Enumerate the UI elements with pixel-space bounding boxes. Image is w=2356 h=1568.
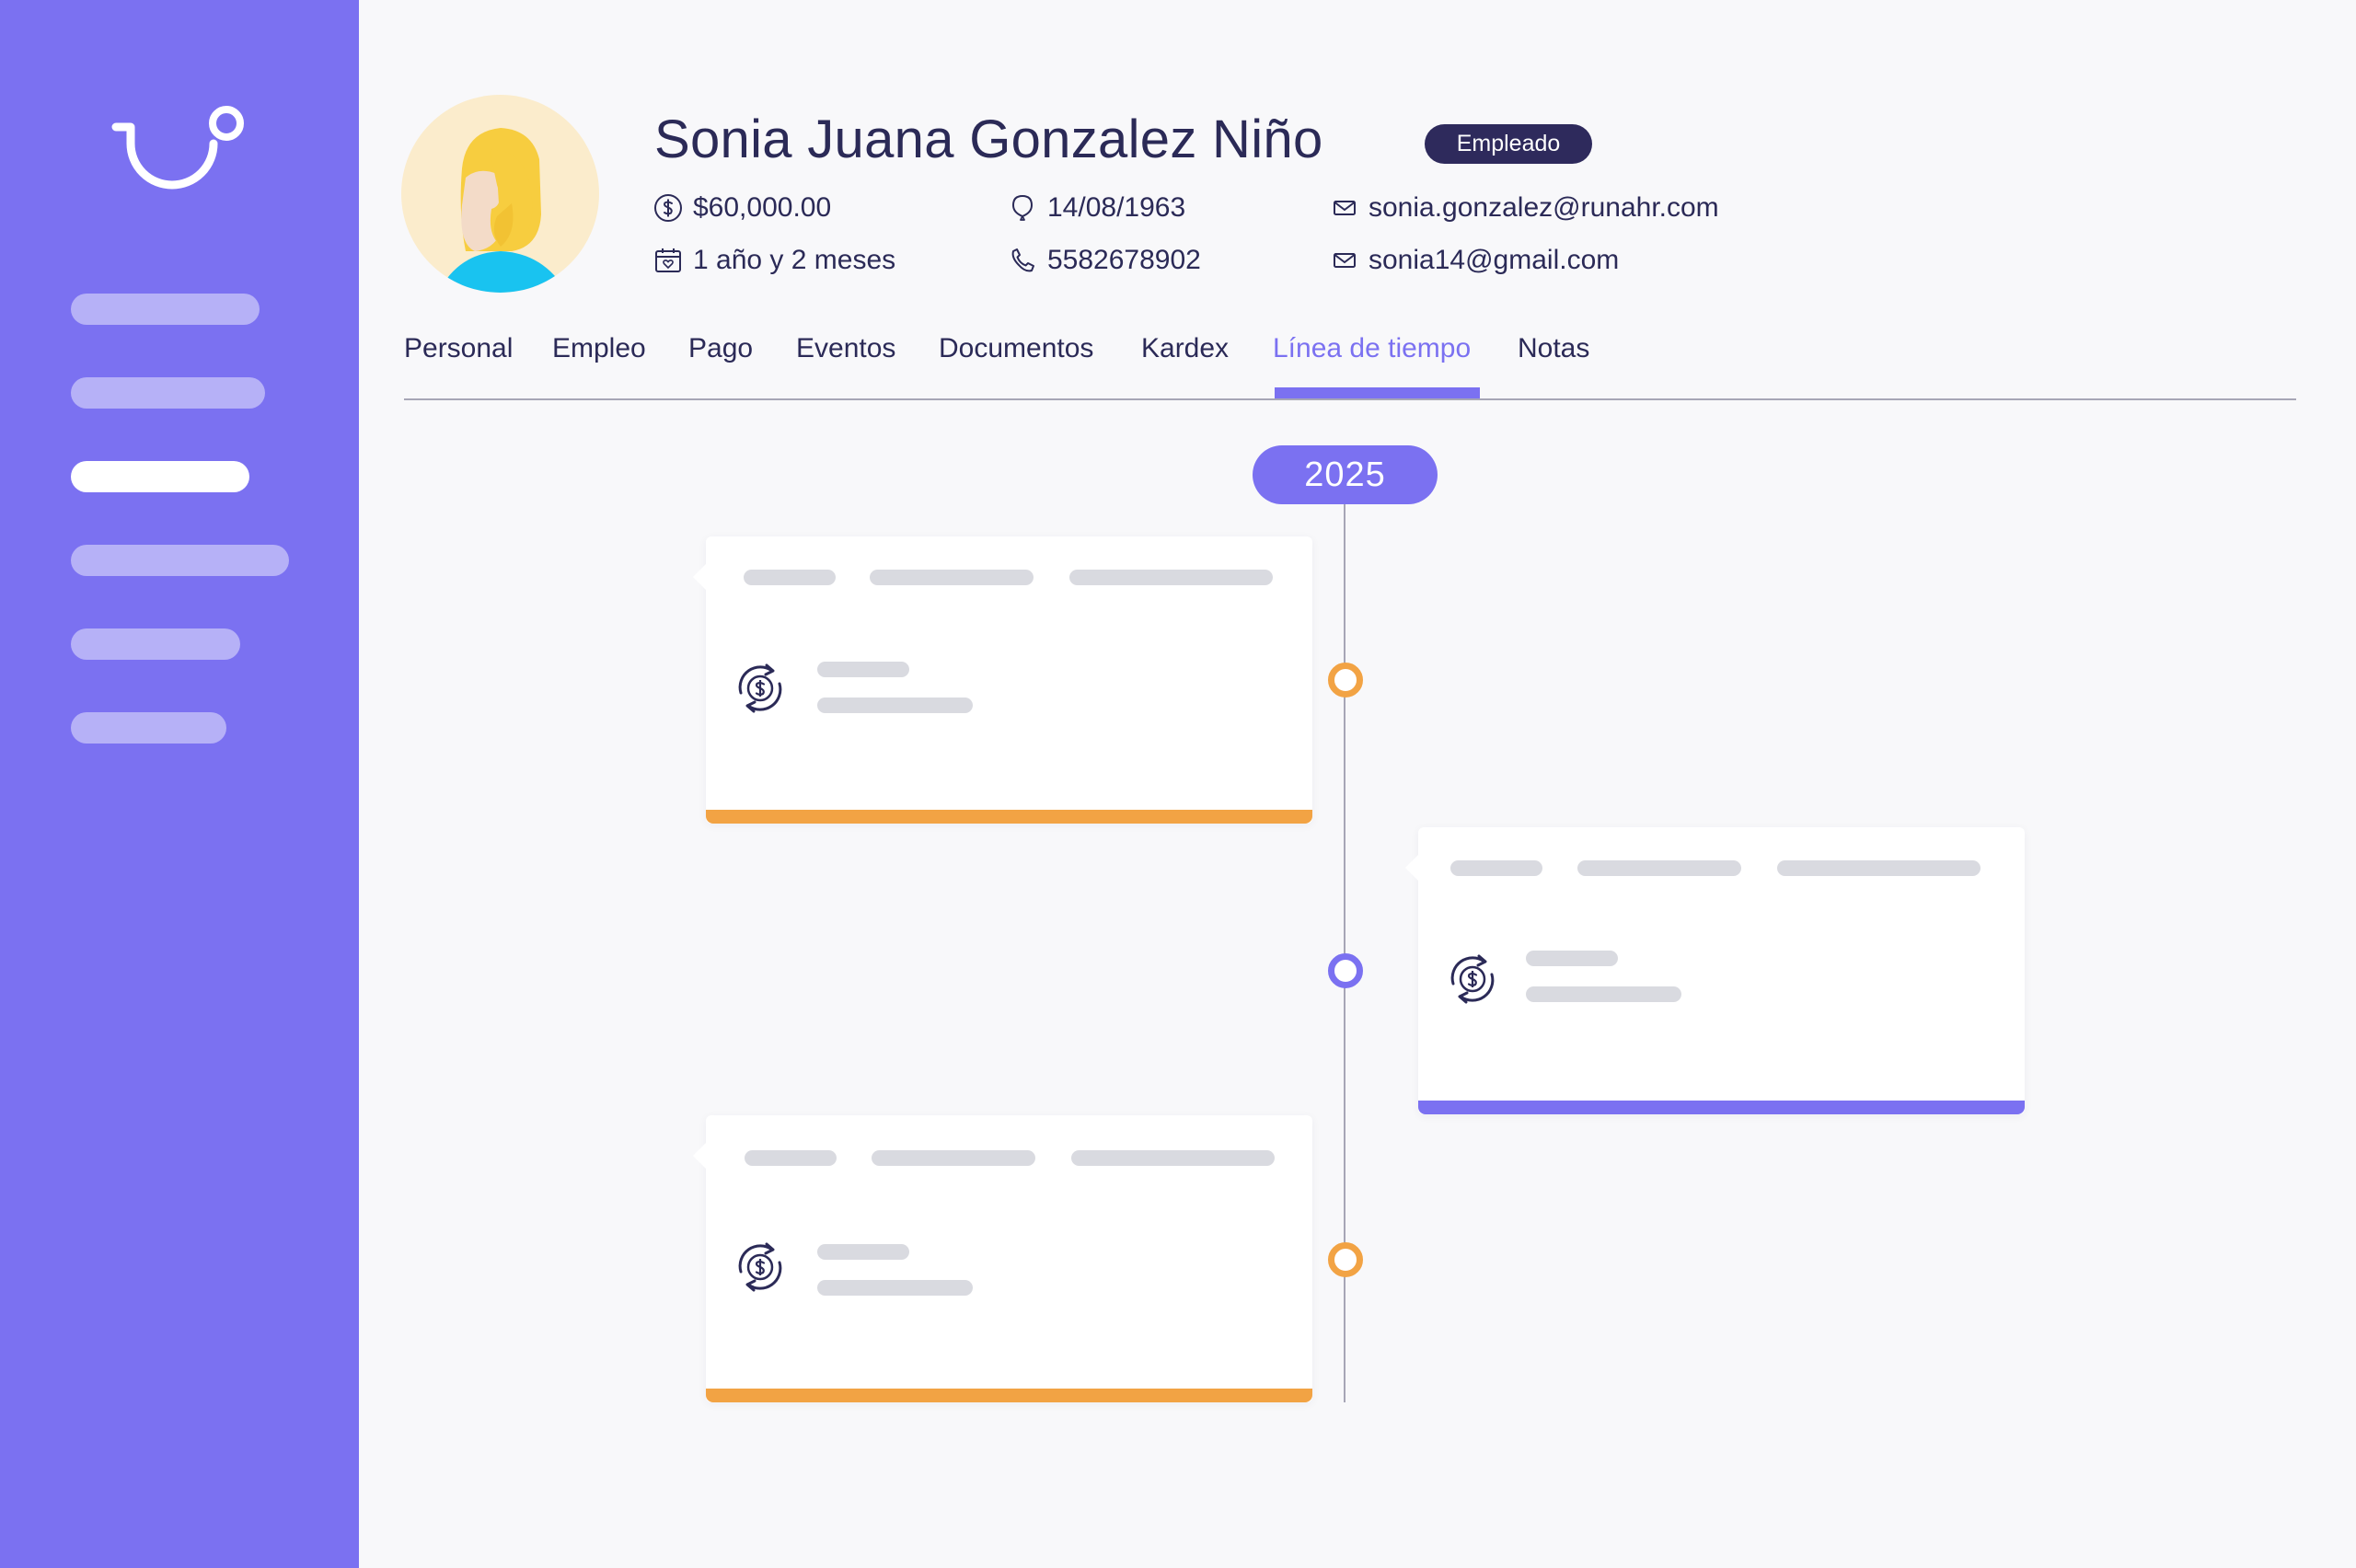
timeline-event-card[interactable] (693, 1115, 1312, 1402)
employee-name: Sonia Juana Gonzalez Niño (654, 110, 1323, 169)
balloon-icon (1011, 194, 1034, 221)
tenure-value: 1 año y 2 meses (693, 245, 896, 275)
salary-change-icon (738, 1242, 782, 1292)
phone-icon (1011, 248, 1034, 272)
placeholder-line (745, 1150, 837, 1166)
placeholder-line (1450, 860, 1542, 876)
tab-linea-de-tiempo[interactable]: Línea de tiempo (1273, 333, 1471, 364)
tab-documentos[interactable]: Documentos (939, 333, 1093, 364)
placeholder-line (1071, 1150, 1275, 1166)
placeholder-line (817, 698, 973, 713)
placeholder-line (817, 662, 909, 677)
placeholder-line (1777, 860, 1981, 876)
placeholder-line (1526, 951, 1618, 966)
birthdate-value: 14/08/1963 (1047, 192, 1186, 223)
mail-icon (1334, 201, 1356, 215)
placeholder-line (870, 570, 1034, 585)
personal-email-value[interactable]: sonia14@gmail.com (1369, 245, 1619, 276)
work-email-info: sonia.gonzalez@runahr.com (1332, 190, 1719, 226)
runa-logo-icon[interactable] (110, 103, 248, 195)
salary-change-icon (1450, 954, 1495, 1004)
timeline-event-card[interactable] (1405, 827, 2025, 1114)
sidebar-item-2[interactable] (71, 377, 265, 409)
placeholder-line (1069, 570, 1273, 585)
timeline-year: 2025 (1253, 445, 1438, 504)
work-email-value[interactable]: sonia.gonzalez@runahr.com (1369, 192, 1719, 224)
tab-kardex[interactable]: Kardex (1141, 333, 1229, 364)
sidebar (0, 0, 359, 1568)
active-tab-indicator (1275, 387, 1480, 398)
dollar-icon (654, 194, 682, 222)
personal-email-info: sonia14@gmail.com (1332, 242, 1619, 279)
tab-pago[interactable]: Pago (688, 333, 753, 364)
tab-empleo[interactable]: Empleo (552, 333, 646, 364)
timeline-dot (1328, 953, 1363, 988)
timeline-dot (1328, 1242, 1363, 1277)
placeholder-line (1526, 986, 1681, 1002)
tab-notas[interactable]: Notas (1518, 333, 1589, 364)
salary-value: $60,000.00 (693, 192, 832, 223)
card-status-bar (706, 1389, 1312, 1402)
avatar (401, 95, 599, 293)
salary-change-icon (738, 663, 782, 713)
tab-eventos[interactable]: Eventos (796, 333, 895, 364)
tenure-info: 1 año y 2 meses (653, 242, 895, 279)
timeline-event-card[interactable] (693, 536, 1312, 824)
placeholder-line (817, 1280, 973, 1296)
phone-value: 5582678902 (1047, 245, 1201, 275)
placeholder-line (744, 570, 836, 585)
tab-personal[interactable]: Personal (404, 333, 513, 364)
placeholder-line (1577, 860, 1741, 876)
sidebar-item-6[interactable] (71, 712, 226, 744)
status-badge: Empleado (1425, 124, 1592, 164)
card-status-bar (1418, 1101, 2025, 1114)
sidebar-item-3[interactable] (71, 461, 249, 492)
birthdate-info: 14/08/1963 (1007, 190, 1185, 226)
placeholder-line (872, 1150, 1035, 1166)
placeholder-line (817, 1244, 909, 1260)
sidebar-item-1[interactable] (71, 294, 260, 325)
card-status-bar (706, 810, 1312, 824)
mail-icon (1334, 253, 1356, 268)
timeline-dot (1328, 663, 1363, 698)
calendar-heart-icon (655, 248, 681, 272)
sidebar-item-4[interactable] (71, 545, 289, 576)
salary-info: $60,000.00 (653, 190, 831, 226)
sidebar-item-5[interactable] (71, 628, 240, 660)
phone-info: 5582678902 (1007, 242, 1201, 279)
tabs-divider (404, 398, 2296, 400)
